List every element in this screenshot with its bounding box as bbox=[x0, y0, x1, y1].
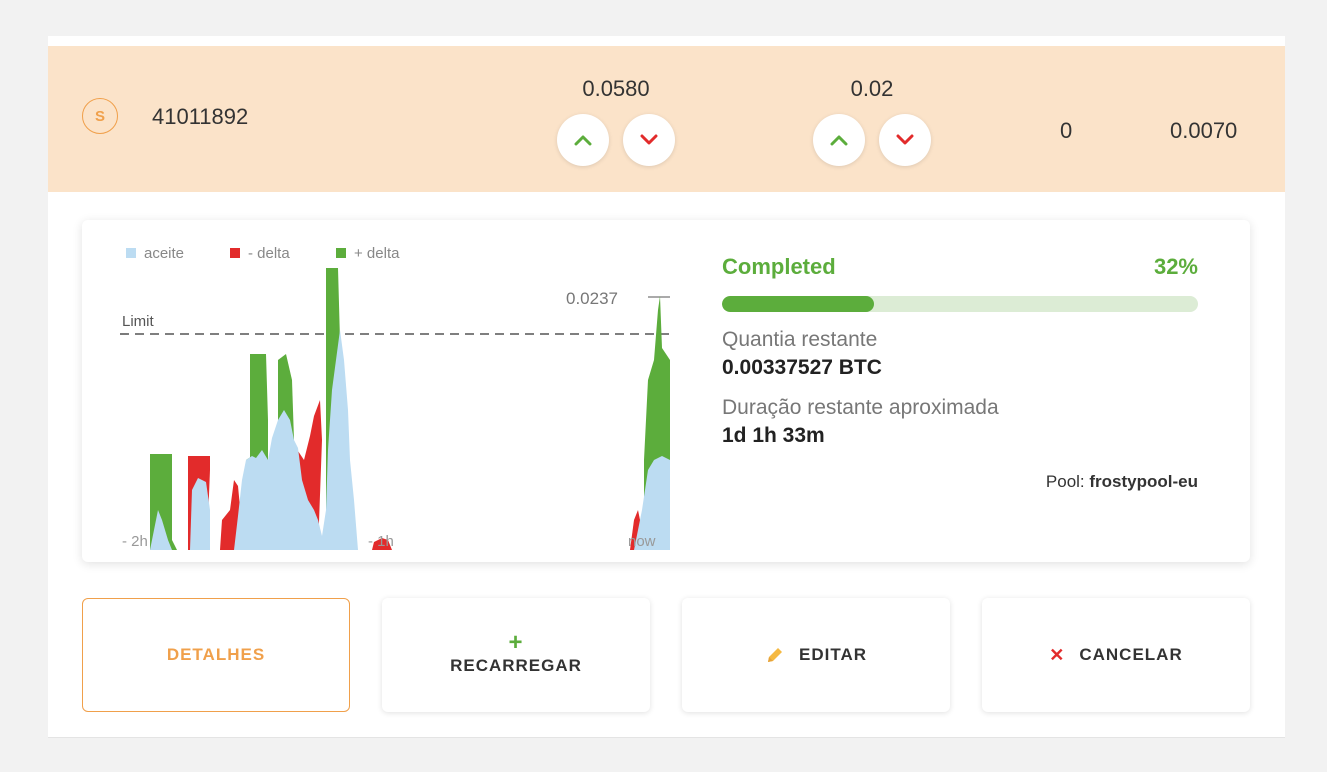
chevron-up-icon bbox=[830, 135, 848, 146]
hashrate-chart-svg: aceite - delta + delta Limit 0.0237 - 2h… bbox=[120, 245, 674, 550]
reload-button[interactable]: + RECARREGAR bbox=[382, 598, 650, 712]
close-icon: ✕ bbox=[1049, 644, 1066, 665]
limit-increase-button[interactable] bbox=[813, 114, 865, 166]
details-button-label: DETALHES bbox=[166, 645, 266, 664]
progress-bar-fill bbox=[722, 296, 875, 312]
legend-label-plus-delta: + delta bbox=[354, 245, 400, 262]
legend-swatch-plus-delta bbox=[336, 248, 346, 258]
edit-button-label: EDITAR bbox=[798, 645, 867, 664]
order-detail-card: aceite - delta + delta Limit 0.0237 - 2h… bbox=[82, 220, 1250, 562]
cancel-button-label: CANCELAR bbox=[1079, 645, 1183, 664]
price-value: 0.0580 bbox=[582, 76, 650, 101]
limit-decrease-button[interactable] bbox=[879, 114, 931, 166]
plus-delta-areas bbox=[150, 268, 670, 550]
pool-label: Pool: bbox=[1045, 472, 1085, 491]
x-axis-label-minus-2h: - 2h bbox=[122, 533, 148, 550]
pencil-icon bbox=[767, 648, 782, 662]
x-axis-label-now: now bbox=[628, 533, 656, 550]
price-increase-button[interactable] bbox=[557, 114, 609, 166]
order-id: 41011892 bbox=[152, 104, 249, 129]
details-button[interactable]: DETALHES bbox=[82, 598, 350, 712]
pool-info: Pool: frostypool-eu bbox=[722, 472, 1198, 492]
price-decrease-button[interactable] bbox=[623, 114, 675, 166]
pool-name: frostypool-eu bbox=[1089, 472, 1198, 491]
legend-label-minus-delta: - delta bbox=[248, 245, 290, 262]
legend-label-aceite: aceite bbox=[144, 245, 184, 262]
order-panel: S 41011892 0.0580 0.02 0 0.0070 aceite -… bbox=[48, 36, 1285, 738]
cancel-button[interactable]: ✕ CANCELAR bbox=[982, 598, 1250, 712]
hashrate-chart: aceite - delta + delta Limit 0.0237 - 2h… bbox=[82, 220, 682, 562]
action-buttons: DETALHES + RECARREGAR EDITAR ✕ CANCELAR bbox=[82, 598, 1250, 712]
edit-button[interactable]: EDITAR bbox=[682, 598, 950, 712]
chevron-down-icon bbox=[640, 134, 658, 145]
chevron-up-icon bbox=[574, 135, 592, 146]
price-group: 0.0580 bbox=[556, 76, 676, 166]
progress-header: Completed 32% bbox=[722, 254, 1198, 280]
current-value-label: 0.0237 bbox=[566, 289, 618, 308]
stat-b: 0.0070 bbox=[1170, 118, 1238, 143]
limit-label: Limit bbox=[122, 313, 155, 330]
order-row[interactable]: S 41011892 0.0580 0.02 0 0.0070 bbox=[48, 46, 1285, 192]
chevron-down-icon bbox=[896, 134, 914, 145]
remaining-amount-label: Quantia restante bbox=[722, 328, 878, 351]
progress-percent: 32% bbox=[1153, 254, 1198, 279]
legend-swatch-aceite bbox=[126, 248, 136, 258]
progress-label: Completed bbox=[722, 254, 836, 279]
reload-button-label: RECARREGAR bbox=[450, 656, 582, 675]
remaining-duration-value: 1d 1h 33m bbox=[722, 424, 825, 447]
progress-bar bbox=[722, 296, 1198, 312]
limit-value: 0.02 bbox=[850, 76, 894, 101]
remaining-duration-label: Duração restante aproximada bbox=[722, 396, 999, 419]
stat-a: 0 bbox=[1060, 118, 1073, 143]
order-info: Completed 32% Quantia restante 0.0033752… bbox=[722, 254, 1198, 492]
coin-s-icon: S bbox=[82, 98, 118, 134]
plus-icon: + bbox=[508, 629, 524, 656]
legend-swatch-minus-delta bbox=[230, 248, 240, 258]
x-axis-label-minus-1h: - 1h bbox=[368, 533, 394, 550]
remaining-amount-value: 0.00337527 BTC bbox=[722, 356, 882, 379]
limit-group: 0.02 bbox=[812, 76, 932, 166]
